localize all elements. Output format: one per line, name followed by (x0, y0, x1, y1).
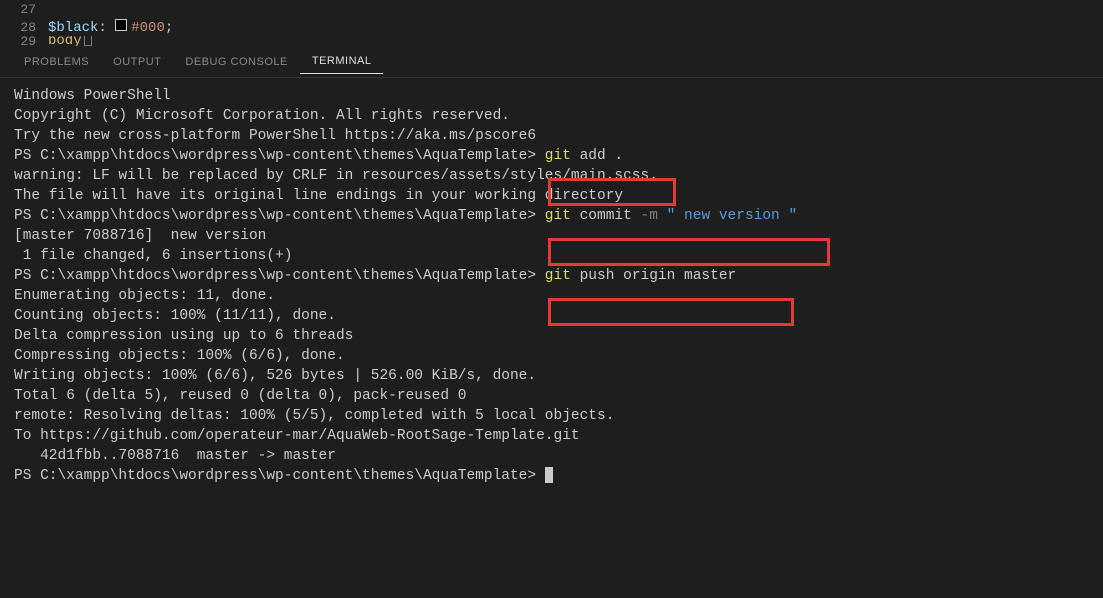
terminal-line: PS C:\xampp\htdocs\wordpress\wp-content\… (14, 466, 1089, 486)
terminal-line: Copyright (C) Microsoft Corporation. All… (14, 106, 1089, 126)
terminal-line: 1 file changed, 6 insertions(+) (14, 246, 1089, 266)
terminal-line: Enumerating objects: 11, done. (14, 286, 1089, 306)
scss-variable: $black (48, 20, 98, 36)
hex-value: #000 (131, 20, 165, 36)
terminal-area[interactable]: Windows PowerShell Copyright (C) Microso… (0, 78, 1103, 494)
ps-prompt: PS C:\xampp\htdocs\wordpress\wp-content\… (14, 468, 545, 484)
git-args: commit (580, 208, 641, 224)
terminal-line: PS C:\xampp\htdocs\wordpress\wp-content\… (14, 266, 1089, 286)
terminal-line: [master 7088716] new version (14, 226, 1089, 246)
terminal-line: warning: LF will be replaced by CRLF in … (14, 166, 1089, 186)
terminal-line: remote: Resolving deltas: 100% (5/5), co… (14, 406, 1089, 426)
terminal-line: Writing objects: 100% (6/6), 526 bytes |… (14, 366, 1089, 386)
git-args: add . (580, 148, 624, 164)
editor-line[interactable]: 28 $black: #000; (8, 18, 1103, 36)
ps-prompt: PS C:\xampp\htdocs\wordpress\wp-content\… (14, 208, 545, 224)
terminal-line: The file will have its original line end… (14, 186, 1089, 206)
git-string: " new version " (667, 208, 798, 224)
terminal-line: Total 6 (delta 5), reused 0 (delta 0), p… (14, 386, 1089, 406)
terminal-line: PS C:\xampp\htdocs\wordpress\wp-content\… (14, 146, 1089, 166)
git-args: push origin master (580, 268, 737, 284)
semicolon: ; (165, 20, 173, 36)
color-swatch-icon[interactable] (115, 19, 131, 31)
git-keyword: git (545, 148, 580, 164)
line-number: 29 (8, 36, 48, 46)
git-flag: -m (641, 208, 667, 224)
tab-debug-console[interactable]: DEBUG CONSOLE (173, 50, 299, 74)
git-keyword: git (545, 208, 580, 224)
editor-line[interactable]: 27 (8, 0, 1103, 18)
terminal-line: PS C:\xampp\htdocs\wordpress\wp-content\… (14, 206, 1089, 226)
terminal-line: Compressing objects: 100% (6/6), done. (14, 346, 1089, 366)
tab-terminal[interactable]: TERMINAL (300, 49, 384, 74)
terminal-line: Delta compression using up to 6 threads (14, 326, 1089, 346)
line-content: $black: #000; (48, 19, 173, 36)
selector: body (48, 36, 82, 46)
line-content: body (48, 36, 92, 46)
line-number: 27 (8, 2, 48, 17)
colon: : (98, 20, 106, 36)
panel-tab-bar: PROBLEMS OUTPUT DEBUG CONSOLE TERMINAL (0, 46, 1103, 78)
terminal-line: Counting objects: 100% (11/11), done. (14, 306, 1089, 326)
terminal-line: Try the new cross-platform PowerShell ht… (14, 126, 1089, 146)
git-keyword: git (545, 268, 580, 284)
terminal-line: To https://github.com/operateur-mar/Aqua… (14, 426, 1089, 446)
scrollbar[interactable] (1093, 78, 1103, 494)
tab-output[interactable]: OUTPUT (101, 50, 173, 74)
ps-prompt: PS C:\xampp\htdocs\wordpress\wp-content\… (14, 148, 545, 164)
crlf-indicator-icon (84, 36, 92, 46)
ps-prompt: PS C:\xampp\htdocs\wordpress\wp-content\… (14, 268, 545, 284)
terminal-line: Windows PowerShell (14, 86, 1089, 106)
terminal-line: 42d1fbb..7088716 master -> master (14, 446, 1089, 466)
terminal-cursor-icon (545, 467, 553, 483)
line-number: 28 (8, 20, 48, 35)
editor-line[interactable]: 29 body (8, 36, 1103, 46)
tab-problems[interactable]: PROBLEMS (12, 50, 101, 74)
editor-area[interactable]: 27 28 $black: #000; 29 body (0, 0, 1103, 46)
